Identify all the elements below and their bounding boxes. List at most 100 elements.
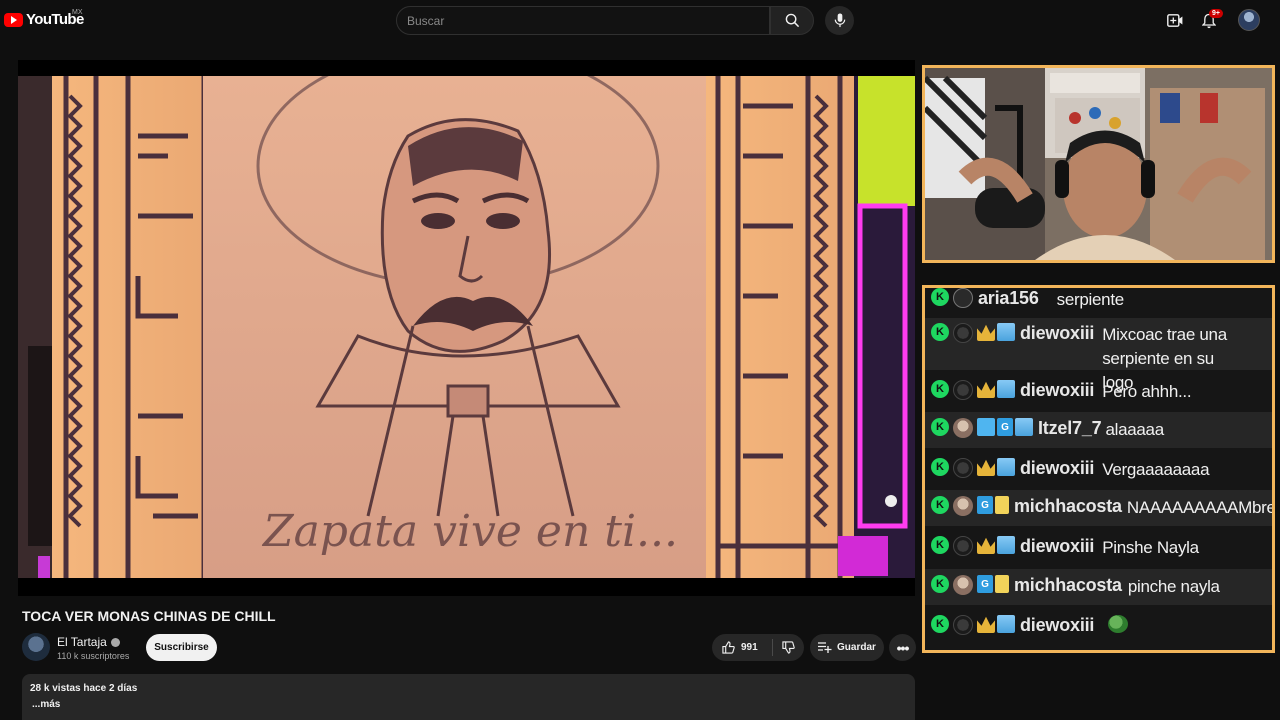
account-avatar[interactable] [1238,9,1260,31]
video-title: TOCA VER MONAS CHINAS DE CHILL [22,608,276,624]
thumbs-down-icon [782,641,795,654]
chat-message: K G Itzel7_7 alaaaaa [925,412,1272,448]
kick-platform-icon: K [931,458,949,476]
channel-avatar[interactable] [22,633,50,661]
webcam-scene [925,68,1272,260]
create-video-icon [1167,13,1183,27]
chat-text: pinche nayla [1127,577,1220,596]
chat-message: K G michhacosta pinche nayla [925,569,1272,605]
kick-platform-icon: K [931,323,949,341]
chat-message: K diewoxiii Vergaaaaaaaa [925,458,1272,486]
chat-username: aria156 [978,288,1039,308]
search-icon [785,13,799,28]
playlist-add-icon [818,642,832,653]
moderator-badge-icon [977,418,995,436]
description-box[interactable]: 28 k vistas hace 2 días ...más [22,674,915,720]
subscribe-button[interactable]: Suscribirse [146,634,217,661]
chat-text: Vergaaaaaaaa [1102,460,1210,479]
chat-text: Pero ahhh... [1102,382,1192,401]
show-more-link[interactable]: ...más [32,699,907,710]
chat-text [1108,615,1129,640]
kick-platform-icon: K [931,575,949,593]
voice-search-button[interactable] [825,6,854,35]
mic-icon [834,13,845,28]
crown-badge-icon [977,537,995,554]
video-frame[interactable]: Zapata vive en ti... [18,76,915,578]
kick-platform-icon: K [931,380,949,398]
like-count: 991 [741,642,758,653]
gg-badge-icon: G [977,575,993,593]
video-scene: Zapata vive en ti... [18,76,915,578]
like-button[interactable]: 991 [712,634,772,661]
chat-message: K aria156 serpiente [925,288,1272,312]
subscriber-count: 110 k suscriptores [57,651,130,661]
subscriber-badge-icon [997,458,1015,476]
subscriber-badge-icon [997,380,1015,398]
chat-message: K diewoxiii Pinshe Nayla [925,536,1272,564]
chat-message: K diewoxiii [925,615,1272,643]
chat-username: Itzel7_7 [1038,418,1102,438]
user-avatar-icon [953,575,973,595]
kick-platform-icon: K [931,418,949,436]
subscriber-badge-icon [997,615,1015,633]
user-avatar-icon [953,380,973,400]
user-avatar-icon [953,323,973,343]
kick-platform-icon: K [931,615,949,633]
verified-check-icon [110,637,120,647]
view-count-and-date: 28 k vistas hace 2 días [30,683,138,694]
chat-overlay: K aria156 serpiente K diewoxiii Mixcoac … [922,285,1275,653]
chat-text: serpiente [1056,290,1125,309]
create-button[interactable] [1164,10,1186,30]
chat-message: K diewoxiii Mixcoac trae una serpiente e… [925,318,1272,392]
thumbs-up-icon [722,641,735,654]
youtube-logo[interactable]: YouTube MX [4,9,84,28]
youtube-play-icon [4,12,23,27]
top-bar: YouTube MX 9+ [0,0,1280,40]
user-avatar-icon [953,496,973,516]
chat-text: Pinshe Nayla [1102,538,1199,557]
chat-username: diewoxiii [1020,536,1095,556]
like-dislike-group: 991 [712,634,804,661]
user-avatar-icon [953,615,973,635]
search-button[interactable] [770,6,814,35]
dislike-button[interactable] [773,634,804,661]
logo-region: MX [72,9,83,16]
webcam-overlay [922,65,1275,263]
user-avatar-icon [953,288,973,308]
search-box[interactable] [396,6,770,35]
user-avatar-icon [953,418,973,438]
channel-name-link[interactable]: El Tartaja [57,635,120,649]
kick-platform-icon: K [931,536,949,554]
chat-username: diewoxiii [1020,380,1095,400]
user-avatar-icon [953,536,973,556]
kick-platform-icon: K [931,288,949,306]
more-actions-button[interactable]: ••• [889,634,916,661]
save-button[interactable]: Guardar [810,634,884,661]
gift-badge-icon [995,496,1009,514]
video-overlay-text: Zapata vive en ti... [261,506,678,557]
crown-badge-icon [977,381,995,398]
subscriber-badge-icon [997,323,1015,341]
gg-badge-icon: G [977,496,993,514]
user-avatar-icon [953,458,973,478]
kick-platform-icon: K [931,496,949,514]
pepe-emote-icon [1108,615,1129,633]
save-label: Guardar [837,642,876,653]
chat-text: alaaaaa [1105,420,1164,439]
notification-count-badge: 9+ [1209,9,1223,18]
subscriber-badge-icon [1015,418,1033,436]
chat-text: NAAAAAAAAAMbre [1126,498,1275,517]
gg-badge-icon: G [997,418,1013,436]
chat-username: michhacosta [1014,496,1122,516]
video-player[interactable]: Zapata vive en ti... [18,60,915,596]
crown-badge-icon [977,459,995,476]
crown-badge-icon [977,616,995,633]
search-input[interactable] [397,7,769,34]
gift-badge-icon [995,575,1009,593]
chat-username: michhacosta [1014,575,1122,595]
crown-badge-icon [977,324,995,341]
subscriber-badge-icon [997,536,1015,554]
channel-name: El Tartaja [57,635,107,649]
chat-message: K diewoxiii Pero ahhh... [925,380,1272,408]
chat-username: diewoxiii [1020,458,1095,478]
